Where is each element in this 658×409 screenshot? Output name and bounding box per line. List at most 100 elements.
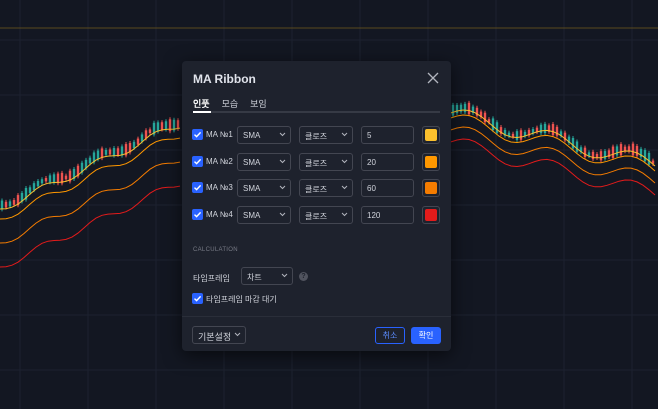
ma-row-1: MA №1 SMA 클로즈 5 <box>192 126 442 144</box>
ma3-type-select[interactable]: SMA <box>237 179 291 197</box>
candle-body <box>451 104 455 116</box>
ma1-type-value: SMA <box>243 131 261 140</box>
candle-body <box>36 180 40 187</box>
tab-visibility[interactable]: 보임 <box>250 97 267 110</box>
chevron-down-icon <box>341 132 348 137</box>
candle-body <box>647 152 651 165</box>
ma3-source-select[interactable]: 클로즈 <box>299 179 353 197</box>
ma4-label: MA №4 <box>206 210 233 219</box>
footer-divider <box>182 316 451 317</box>
candle-body <box>599 151 603 161</box>
calculation-section-label: CALCULATION <box>193 247 238 253</box>
candle-body <box>519 130 523 140</box>
chevron-down-icon <box>341 185 348 190</box>
checkmark-icon <box>194 184 202 191</box>
candle-body <box>467 102 471 115</box>
wait-close-checkbox[interactable] <box>192 293 203 304</box>
chevron-down-icon <box>279 159 286 164</box>
help-icon[interactable]: ? <box>299 272 308 281</box>
ma1-length-input[interactable]: 5 <box>361 126 414 144</box>
candle-body <box>0 200 4 210</box>
candle-body <box>88 157 92 164</box>
ma1-checkbox[interactable] <box>192 129 203 140</box>
ma-row-3: MA №3 SMA 클로즈 60 <box>192 179 442 197</box>
candle-body <box>32 183 36 191</box>
ma3-length-input[interactable]: 60 <box>361 179 414 197</box>
candle-body <box>611 146 615 158</box>
ma4-source-select[interactable]: 클로즈 <box>299 206 353 224</box>
ma1-label: MA №1 <box>206 130 233 139</box>
ma4-color-swatch[interactable] <box>422 206 440 224</box>
timeframe-select[interactable]: 차트 <box>241 267 293 285</box>
ma2-length-input[interactable]: 20 <box>361 153 414 171</box>
candle-body <box>583 147 587 157</box>
ma4-source-value: 클로즈 <box>305 212 328 221</box>
ma2-color-fill <box>425 156 437 168</box>
ma4-color-fill <box>425 209 437 221</box>
ma3-checkbox[interactable] <box>192 182 203 193</box>
ma1-source-select[interactable]: 클로즈 <box>299 126 353 144</box>
checkmark-icon <box>194 131 202 138</box>
candle-body <box>4 201 8 208</box>
candle-body <box>615 146 619 156</box>
candle-body <box>28 187 32 193</box>
checkmark-icon <box>194 211 202 218</box>
candle-body <box>148 129 152 134</box>
candle-body <box>160 122 164 130</box>
ma4-checkbox[interactable] <box>192 209 203 220</box>
candle-body <box>108 149 112 155</box>
chevron-down-icon <box>281 273 288 278</box>
candle-body <box>12 200 16 205</box>
ma4-length-input[interactable]: 120 <box>361 206 414 224</box>
candle-body <box>455 104 459 114</box>
candle-body <box>603 151 607 159</box>
candle-body <box>619 144 623 156</box>
tab-track <box>193 111 440 113</box>
tab-inputs[interactable]: 인풋 <box>193 97 210 110</box>
tab-bar: 인풋 모습 보임 <box>193 97 267 110</box>
checkmark-icon <box>194 295 202 302</box>
chevron-down-icon <box>279 132 286 137</box>
cancel-button[interactable]: 취소 <box>375 327 405 344</box>
wait-close-label: 타임프레임 마감 대기 <box>206 295 277 304</box>
close-icon[interactable] <box>426 71 440 85</box>
candle-body <box>495 122 499 133</box>
ma1-type-select[interactable]: SMA <box>237 126 291 144</box>
ma1-line <box>450 109 656 167</box>
chevron-down-icon <box>279 185 286 190</box>
ma3-color-swatch[interactable] <box>422 179 440 197</box>
active-tab-indicator <box>193 111 211 113</box>
wait-close-row: 타임프레임 마감 대기 <box>192 293 392 305</box>
tab-style[interactable]: 모습 <box>222 97 239 110</box>
candle-body <box>635 146 639 156</box>
ma4-type-select[interactable]: SMA <box>237 206 291 224</box>
defaults-dropdown-button[interactable]: 기본설정 <box>192 326 246 344</box>
candle-body <box>643 150 647 162</box>
candle-body <box>104 149 108 155</box>
timeframe-value: 차트 <box>247 273 262 282</box>
candle-body <box>116 148 120 155</box>
candle-body <box>511 133 515 137</box>
ma2-type-value: SMA <box>243 158 261 167</box>
chevron-down-icon <box>279 212 286 217</box>
candle-body <box>64 175 68 180</box>
ma4-type-value: SMA <box>243 211 261 220</box>
candle-body <box>551 124 555 136</box>
candle-body <box>176 120 180 129</box>
ma1-color-swatch[interactable] <box>422 126 440 144</box>
candle-body <box>52 174 56 183</box>
ma2-color-swatch[interactable] <box>422 153 440 171</box>
ma2-source-select[interactable]: 클로즈 <box>299 153 353 171</box>
candle-body <box>136 138 140 145</box>
candle-body <box>44 178 48 182</box>
ma-row-2: MA №2 SMA 클로즈 20 <box>192 153 442 171</box>
candle-body <box>8 201 12 207</box>
candle-body <box>491 118 495 131</box>
candle-body <box>96 150 100 160</box>
candle-body <box>140 134 144 142</box>
candle-body <box>539 124 543 134</box>
ok-button[interactable]: 확인 <box>411 327 441 344</box>
ma2-type-select[interactable]: SMA <box>237 153 291 171</box>
ma2-checkbox[interactable] <box>192 156 203 167</box>
ma2-label: MA №2 <box>206 157 233 166</box>
